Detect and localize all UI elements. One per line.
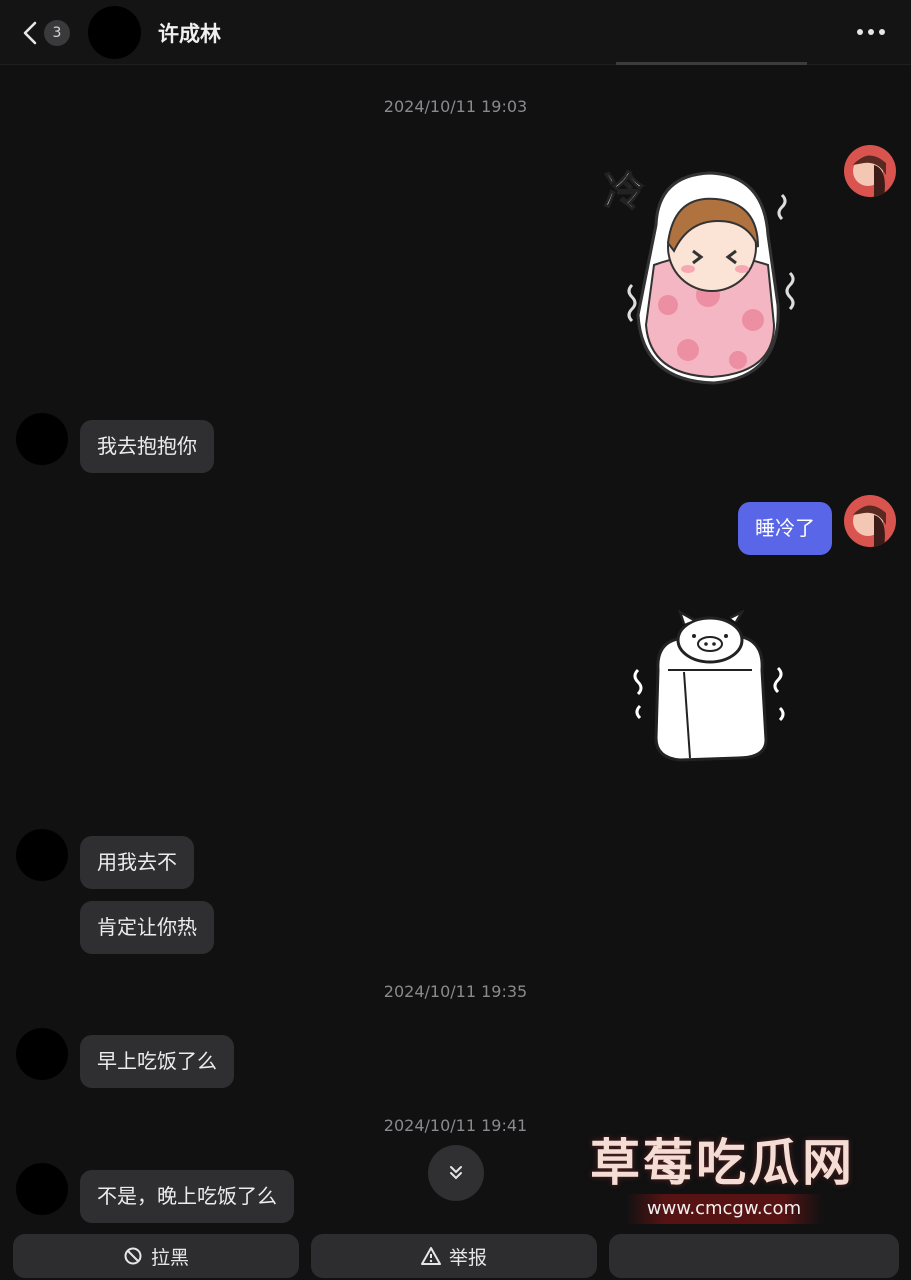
warning-icon: [420, 1247, 441, 1265]
report-button[interactable]: 举报: [311, 1234, 597, 1278]
dot-icon: [857, 29, 863, 35]
scroll-to-bottom-button[interactable]: [428, 1145, 484, 1201]
action-button[interactable]: [609, 1234, 899, 1278]
chevron-left-icon: [23, 21, 37, 45]
watermark-url: www.cmcgw.com: [626, 1194, 822, 1224]
message-bubble-incoming[interactable]: 早上吃饭了么: [80, 1035, 234, 1088]
message-bubble-incoming[interactable]: 用我去不: [80, 836, 194, 889]
message-bubble-incoming[interactable]: 不是，晚上吃饭了么: [80, 1170, 294, 1223]
contact-avatar[interactable]: [16, 829, 68, 881]
contact-avatar[interactable]: [16, 1028, 68, 1080]
report-label: 举报: [448, 1246, 487, 1269]
contact-avatar[interactable]: [16, 1163, 68, 1215]
message-bubble-incoming[interactable]: 肯定让你热: [80, 901, 214, 954]
block-label: 拉黑: [150, 1246, 189, 1269]
chat-header: 3 许成林: [0, 0, 911, 65]
contact-name: 许成林: [158, 22, 221, 46]
my-avatar[interactable]: [844, 495, 896, 547]
block-icon: [124, 1247, 142, 1265]
bottom-action-bar: 拉黑 举报: [0, 1224, 911, 1280]
message-bubble-incoming[interactable]: 我去抱抱你: [80, 420, 214, 473]
contact-avatar[interactable]: [88, 6, 141, 59]
my-avatar[interactable]: [844, 145, 896, 197]
unread-count-badge: 3: [44, 20, 70, 46]
timestamp: 2024/10/11 19:03: [383, 97, 528, 116]
svg-text:冷: 冷: [604, 169, 644, 215]
back-button[interactable]: 3: [20, 16, 76, 50]
sticker-cold-girl[interactable]: 冷: [598, 155, 818, 387]
double-chevron-down-icon: [450, 1166, 462, 1180]
message-bubble-outgoing[interactable]: 睡冷了: [738, 502, 832, 555]
watermark-title: 草莓吃瓜网: [590, 1134, 855, 1192]
timestamp: 2024/10/11 19:35: [383, 982, 528, 1001]
header-indicator: [616, 62, 807, 65]
dot-icon: [879, 29, 885, 35]
dot-icon: [868, 29, 874, 35]
block-button[interactable]: 拉黑: [13, 1234, 299, 1278]
contact-avatar[interactable]: [16, 413, 68, 465]
sticker-pig-blanket[interactable]: [628, 608, 794, 765]
more-options-button[interactable]: [857, 24, 889, 40]
